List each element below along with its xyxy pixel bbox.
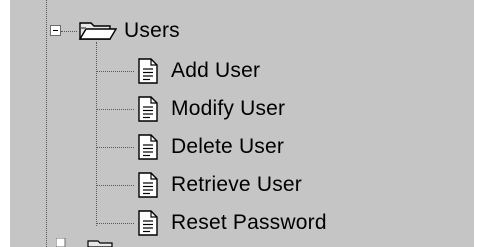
document-icon [138, 134, 158, 160]
tree-connector [96, 71, 134, 72]
tree-node-label: Delete User [171, 135, 285, 158]
tree-node-modify-user[interactable]: Modify User [10, 92, 474, 128]
tree-node-label: Modify User [171, 97, 286, 120]
tree-node-label: Reset Password [171, 211, 327, 234]
collapse-toggle-icon[interactable] [50, 25, 61, 36]
document-icon [138, 96, 158, 122]
tree-node-label-users: Users [124, 19, 180, 42]
tree-view-panel: Users Add User Modify User Delete User R… [10, 0, 474, 247]
document-icon [138, 58, 158, 84]
tree-connector [96, 147, 134, 148]
tree-node-add-user[interactable]: Add User [10, 54, 474, 90]
tree-connector [96, 109, 134, 110]
tree-node-delete-user[interactable]: Delete User [10, 130, 474, 166]
tree-node-retrieve-user[interactable]: Retrieve User [10, 168, 474, 204]
document-icon [138, 172, 158, 198]
tree-connector [96, 223, 134, 224]
tree-node-label: Retrieve User [171, 173, 302, 196]
tree-connector [61, 31, 77, 32]
tree-node-label: Add User [171, 59, 261, 82]
tree-node-reset-password[interactable]: Reset Password [10, 206, 474, 242]
document-icon [138, 210, 158, 236]
tree-connector [96, 185, 134, 186]
partial-folder-icon [56, 238, 113, 247]
open-folder-icon [78, 22, 118, 40]
